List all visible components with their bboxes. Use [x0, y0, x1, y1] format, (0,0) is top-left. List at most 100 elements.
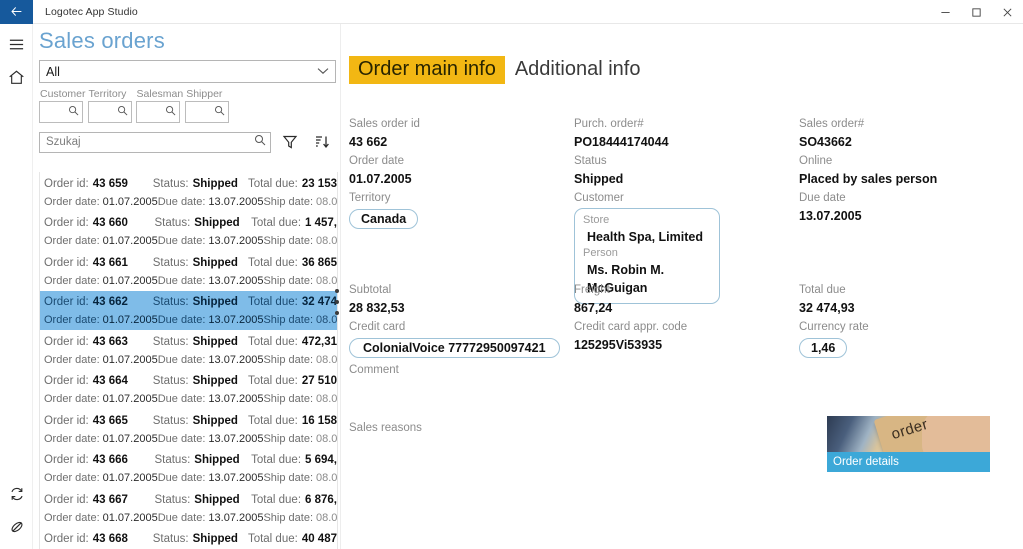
search-icon: [165, 105, 176, 119]
sort-descending-icon: [316, 136, 329, 149]
search-icon: [214, 105, 225, 119]
due-date-label: Due date:: [157, 472, 206, 484]
order-date-value: 01.07.2005: [102, 432, 158, 445]
filter-shipper: Shipper: [185, 88, 233, 123]
ship-date-label: Ship date:: [263, 511, 314, 524]
tab-order-main-info[interactable]: Order main info: [349, 56, 505, 84]
due-date-label: Due date:: [157, 235, 206, 247]
search-icon: [68, 105, 79, 119]
total-due-label: Total due:: [247, 296, 298, 308]
status-value: Shipped: [192, 177, 238, 190]
list-item[interactable]: Order id: 43 666 Status: Shipped Total due…: [40, 449, 337, 489]
currency-rate-label: Currency rate: [799, 321, 869, 333]
minimize-button[interactable]: [930, 0, 961, 24]
menu-button[interactable]: [0, 28, 33, 61]
order-date-label: Order date:: [44, 274, 100, 287]
ship-date-label: Ship date:: [263, 274, 314, 287]
order-id-value: 43 668: [92, 533, 128, 545]
status-value: Shipped: [194, 454, 240, 466]
currency-rate-value[interactable]: 1,46: [799, 338, 848, 358]
detail-column-2: Purch. order# PO18444174044 Status Shipp…: [574, 116, 789, 306]
status-value: Shipped: [192, 335, 238, 348]
order-date-value: 01.07.2005: [102, 511, 158, 524]
total-due-value: 32 474: [301, 296, 337, 308]
total-due-value: 23 153: [301, 177, 337, 190]
total-due-label: Total due:: [251, 217, 302, 229]
credit-card-value[interactable]: ColonialVoice 77772950097421: [349, 338, 560, 358]
sort-button[interactable]: [309, 131, 335, 153]
splitter-dot: [335, 289, 339, 293]
territory-label: Territory: [349, 192, 391, 204]
detail-mid-column-2: Freight 867,24 Credit card appr. code 12…: [574, 282, 789, 356]
ship-date-value: 08.07.2: [316, 274, 338, 287]
filter-customer-input[interactable]: [39, 101, 83, 123]
sales-orders-panel: Sales orders All Customer Territory Sale…: [33, 24, 338, 549]
order-date-value: 01.07.2005: [349, 172, 412, 186]
list-item[interactable]: Order id: 43 659 Status: Shipped Total due…: [40, 172, 337, 212]
filter-button[interactable]: [277, 131, 303, 153]
field-sales-reasons: Sales reasons: [349, 420, 564, 437]
scope-select-row: All: [33, 58, 338, 83]
home-button[interactable]: [0, 61, 33, 94]
customer-person-label: Person: [583, 247, 618, 259]
order-date-value: 01.07.2005: [102, 472, 158, 484]
list-item[interactable]: Order id: 43 663 Status: Shipped Total due…: [40, 330, 337, 370]
order-date-label: Order date:: [44, 314, 100, 326]
order-id-label: Order id:: [44, 177, 89, 190]
order-date-label: Order date:: [44, 353, 100, 366]
list-item-selected[interactable]: Order id: 43 662 Status: Shipped Total due…: [40, 290, 337, 330]
detail-column-1: Sales order id 43 662 Order date 01.07.2…: [349, 116, 564, 231]
filter-territory-label: Territory: [88, 88, 127, 100]
total-due-label: Total due: [799, 284, 846, 296]
list-item[interactable]: Order id: 43 665 Status: Shipped Total due…: [40, 409, 337, 449]
close-icon: [1003, 8, 1012, 16]
due-date-label: Due date:: [157, 195, 206, 208]
list-item[interactable]: Order id: 43 667 Status: Shipped Total due…: [40, 488, 337, 528]
status-label: Status: [574, 155, 607, 167]
home-icon: [9, 70, 24, 84]
orders-list[interactable]: Order id: 43 659 Status: Shipped Total due…: [39, 172, 338, 549]
filter-salesman-input[interactable]: [135, 101, 180, 123]
search-input[interactable]: [46, 136, 246, 148]
total-due-value: 32 474,93: [799, 301, 855, 315]
ship-date-label: Ship date:: [263, 235, 314, 247]
filter-shipper-input[interactable]: [185, 101, 230, 123]
order-date-value: 01.07.2005: [102, 235, 158, 247]
refresh-icon: [10, 487, 23, 500]
status-value: Shipped: [574, 172, 624, 186]
list-item[interactable]: Order id: 43 661 Status: Shipped Total due…: [40, 251, 337, 291]
total-due-value: 1 457,: [305, 217, 337, 229]
ship-date-value: 08.07.2: [316, 393, 338, 405]
territory-value[interactable]: Canada: [349, 209, 419, 229]
link-button[interactable]: [0, 510, 33, 543]
list-item[interactable]: Order id: 43 668 Status: Shipped Total due…: [40, 528, 337, 549]
total-due-label: Total due:: [251, 493, 302, 506]
order-id-label: Order id:: [44, 533, 89, 545]
detail-column-3: Sales order# SO43662 Online Placed by sa…: [799, 116, 1014, 227]
back-button[interactable]: [0, 0, 33, 24]
close-button[interactable]: [992, 0, 1023, 24]
ship-date-value: 08.07.2: [316, 511, 338, 524]
list-item[interactable]: Order id: 43 660 Status: Shipped Total due…: [40, 212, 337, 252]
order-date-label: Order date:: [44, 511, 100, 524]
tab-additional-info[interactable]: Additional info: [505, 56, 650, 84]
search-box[interactable]: [39, 131, 271, 153]
total-due-label: Total due:: [247, 177, 298, 190]
search-row: [33, 123, 338, 153]
hamburger-menu-icon: [9, 39, 24, 50]
refresh-button[interactable]: [0, 477, 33, 510]
order-date-label: Order date:: [44, 393, 100, 405]
scope-select[interactable]: All: [39, 60, 336, 83]
sales-order-num-label: Sales order#: [799, 118, 865, 130]
filter-territory-input[interactable]: [87, 101, 132, 123]
list-item[interactable]: Order id: 43 664 Status: Shipped Total due…: [40, 370, 337, 410]
sales-order-num-value: SO43662: [799, 135, 852, 149]
ship-date-value: 08.07.2: [316, 235, 338, 247]
freight-value: 867,24: [574, 301, 613, 315]
order-details-tile[interactable]: order Order details: [827, 416, 990, 472]
ship-date-label: Ship date:: [263, 314, 314, 326]
ship-date-label: Ship date:: [263, 393, 314, 405]
maximize-button[interactable]: [961, 0, 992, 24]
splitter-dot: [335, 300, 339, 304]
due-date-label: Due date:: [157, 314, 206, 326]
